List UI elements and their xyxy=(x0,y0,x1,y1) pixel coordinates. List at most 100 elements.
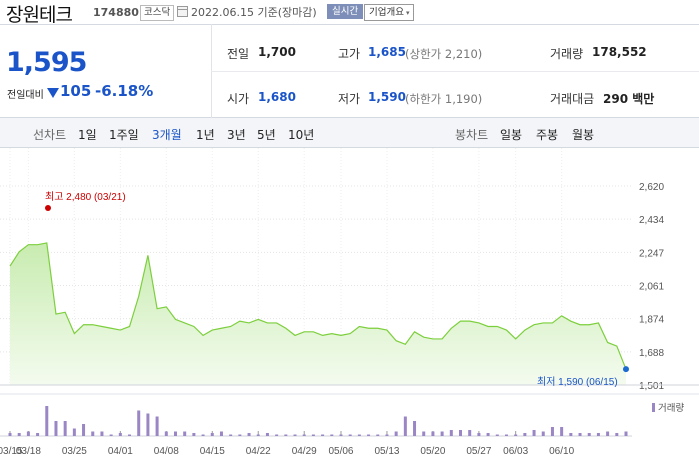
volume-bar xyxy=(284,434,288,436)
y-tick-label: 2,247 xyxy=(639,248,664,259)
volume-bar xyxy=(36,433,40,436)
amount-value: 290 백만 xyxy=(603,92,655,106)
current-price: 1,595 xyxy=(6,47,87,78)
volume-bar xyxy=(550,427,554,436)
volume-bar xyxy=(321,434,325,436)
change-label: 전일대비 xyxy=(7,90,44,101)
volume-bar xyxy=(578,433,582,436)
volume-bar xyxy=(431,431,435,436)
volume-bar xyxy=(495,434,499,436)
tab-1w[interactable]: 1주일 xyxy=(109,126,139,143)
open-label: 시가 xyxy=(227,92,250,106)
divider xyxy=(211,71,699,72)
volume-bar xyxy=(293,434,297,436)
change-value: 105 xyxy=(60,82,92,100)
volume-bar xyxy=(45,406,49,436)
realtime-button[interactable]: 실시간 xyxy=(327,4,364,19)
volume-bar xyxy=(357,434,361,436)
down-triangle-icon xyxy=(47,88,59,98)
tab-1y[interactable]: 1년 xyxy=(196,126,215,143)
min-annotation: 최저 1,590 (06/15) xyxy=(537,376,618,388)
volume-bar xyxy=(247,433,251,436)
volume-bar xyxy=(422,431,426,436)
volume-bar xyxy=(339,434,343,436)
max-marker xyxy=(45,205,51,211)
volume-bar xyxy=(192,433,196,436)
y-tick-label: 1,688 xyxy=(639,348,664,359)
volume-bar xyxy=(118,433,122,436)
high-value: 1,685 xyxy=(368,45,406,59)
volume-value: 178,552 xyxy=(592,45,647,59)
tab-weekly[interactable]: 주봉 xyxy=(536,126,558,143)
volume-bar xyxy=(394,431,398,436)
calendar-icon xyxy=(177,6,188,17)
market-badge: 코스닥 xyxy=(140,5,175,21)
volume-bar xyxy=(348,434,352,436)
prev-value: 1,700 xyxy=(258,45,296,59)
volume-bar xyxy=(109,434,113,436)
volume-bar xyxy=(504,434,508,436)
volume-bar xyxy=(606,431,610,436)
volume-bar xyxy=(8,433,12,436)
volume-label: 거래량 xyxy=(550,47,584,61)
volume-bar xyxy=(275,434,279,436)
volume-bar xyxy=(128,434,132,436)
tab-1d[interactable]: 1일 xyxy=(78,126,97,143)
volume-bar xyxy=(302,434,306,436)
volume-bar xyxy=(569,433,573,436)
tab-10y[interactable]: 10년 xyxy=(288,126,314,143)
price-area xyxy=(10,242,626,385)
x-tick-label: 04/29 xyxy=(292,446,317,457)
y-tick-label: 2,434 xyxy=(639,215,664,226)
tab-5y[interactable]: 5년 xyxy=(257,126,276,143)
volume-bar xyxy=(440,431,444,436)
volume-bar xyxy=(541,431,545,436)
x-tick-label: 04/22 xyxy=(246,446,271,457)
volume-bar xyxy=(587,433,591,436)
volume-bar xyxy=(449,430,453,436)
volume-bar xyxy=(468,430,472,436)
volume-bar xyxy=(376,434,380,436)
x-tick-label: 06/03 xyxy=(503,446,528,457)
volume-bar xyxy=(560,427,564,436)
volume-bar xyxy=(385,434,389,436)
y-tick-label: 2,061 xyxy=(639,282,664,293)
x-tick-label: 03/18 xyxy=(16,446,41,457)
x-tick-label: 05/06 xyxy=(328,446,353,457)
tab-3y[interactable]: 3년 xyxy=(227,126,246,143)
line-chart-label: 선차트 xyxy=(33,128,67,142)
volume-bar xyxy=(63,421,67,436)
volume-bar xyxy=(311,434,315,436)
volume-bar xyxy=(615,433,619,436)
min-marker xyxy=(623,366,629,373)
x-tick-label: 05/13 xyxy=(374,446,399,457)
tab-3m[interactable]: 3개월 xyxy=(152,126,182,143)
volume-bar xyxy=(229,434,233,436)
y-tick-label: 1,501 xyxy=(639,381,664,392)
amount-label: 거래대금 xyxy=(550,92,595,106)
corp-info-dropdown[interactable]: 기업개요 ▾ xyxy=(364,4,415,21)
x-tick-label: 04/08 xyxy=(154,446,179,457)
volume-bar xyxy=(330,434,334,436)
x-tick-label: 05/20 xyxy=(420,446,445,457)
candle-chart-label: 봉차트 xyxy=(455,128,489,142)
low-value: 1,590 xyxy=(368,90,406,104)
volume-legend: 거래량 xyxy=(658,402,684,414)
as-of-date: 2022.06.15 기준(장마감) xyxy=(191,6,317,19)
max-annotation: 최고 2,480 (03/21) xyxy=(45,191,126,203)
chart-tabs: 선차트 1일 1주일 3개월 1년 3년 5년 10년 봉차트 일봉 주봉 월봉 xyxy=(0,118,699,148)
tab-daily[interactable]: 일봉 xyxy=(500,126,522,143)
high-label: 고가 xyxy=(338,47,361,61)
tab-monthly[interactable]: 월봉 xyxy=(572,126,594,143)
stock-code: 174880 xyxy=(93,6,139,19)
volume-bar xyxy=(413,421,417,436)
volume-bar xyxy=(514,434,518,436)
volume-bar xyxy=(173,431,177,436)
prev-label: 전일 xyxy=(227,47,250,61)
stock-name: 장원테크 xyxy=(6,4,73,26)
volume-bar xyxy=(210,433,214,436)
volume-bar xyxy=(100,431,104,436)
upper-limit: (상한가 2,210) xyxy=(405,47,483,61)
x-tick-label: 03/25 xyxy=(62,446,87,457)
volume-bar xyxy=(137,410,141,436)
